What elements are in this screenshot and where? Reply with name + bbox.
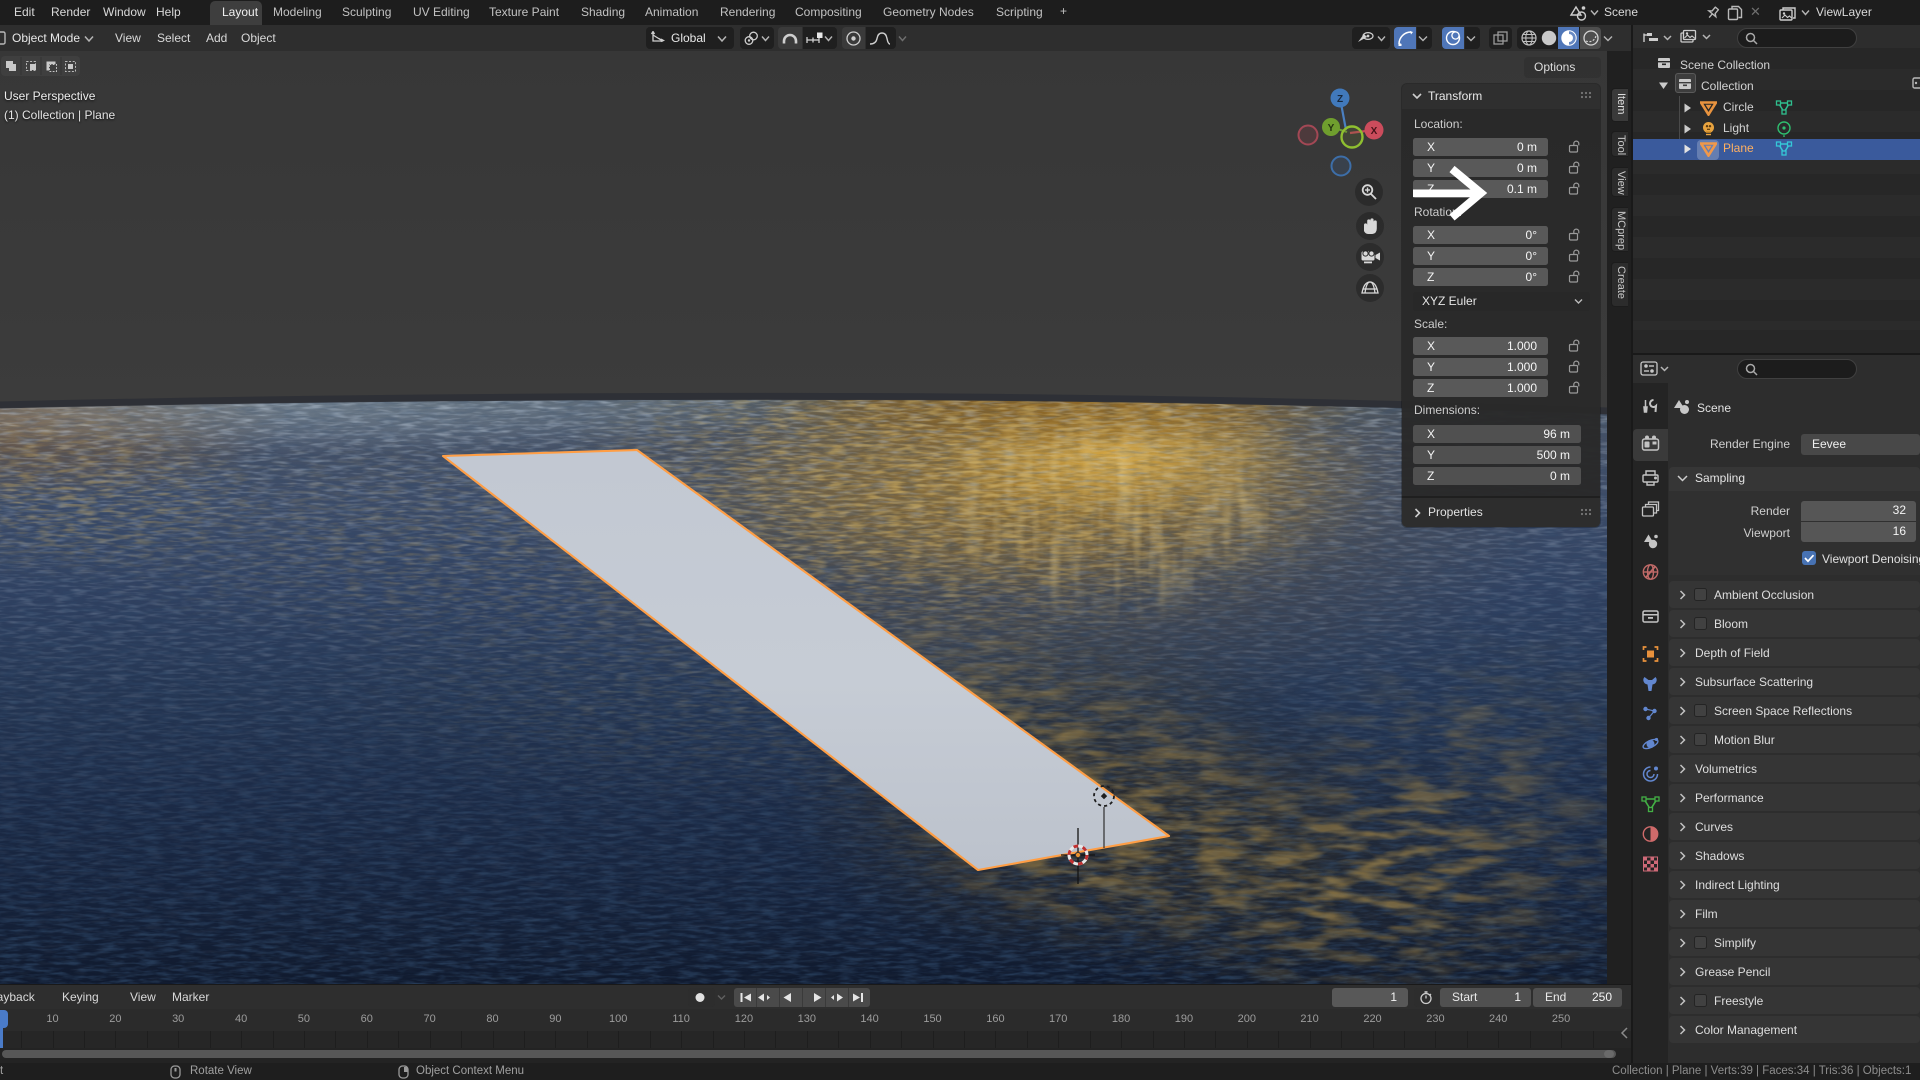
svg-text:X: X <box>1371 126 1378 137</box>
svg-text:Y: Y <box>1328 123 1335 134</box>
svg-text:Z: Z <box>1337 94 1343 105</box>
